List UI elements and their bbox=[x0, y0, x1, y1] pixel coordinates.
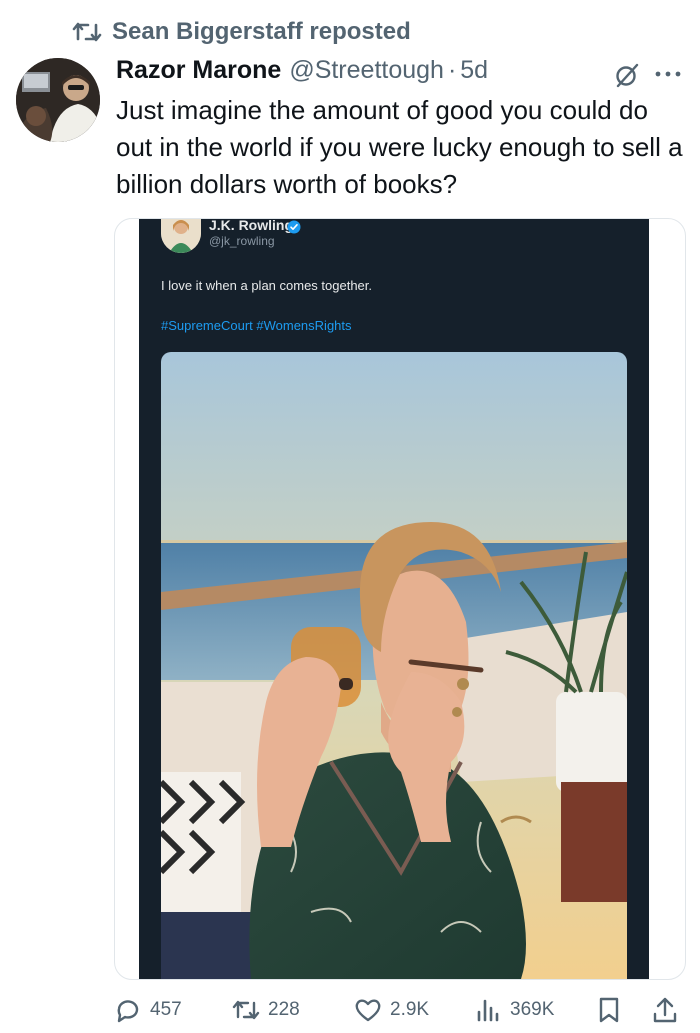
post-header: Razor Marone @Streettough · 5d bbox=[116, 56, 688, 85]
embedded-avatar bbox=[161, 219, 201, 253]
embedded-hashtags: #SupremeCourt #WomensRights bbox=[161, 318, 352, 333]
embedded-author-handle: @jk_rowling bbox=[209, 234, 275, 248]
verified-badge-icon bbox=[287, 220, 301, 234]
post-media[interactable]: J.K. Rowling @jk_rowling I love it when … bbox=[114, 218, 686, 980]
repost-action-icon bbox=[232, 1000, 260, 1020]
repost-indicator[interactable]: Sean Biggerstaff reposted bbox=[72, 18, 411, 46]
author-handle[interactable]: @Streettough bbox=[289, 56, 444, 85]
share-icon[interactable] bbox=[652, 996, 678, 1024]
repost-text: Sean Biggerstaff reposted bbox=[112, 18, 411, 45]
heart-icon bbox=[355, 999, 381, 1022]
action-bar: 457 228 2.9K 369K bbox=[0, 990, 700, 1030]
views-button[interactable]: 369K bbox=[474, 996, 554, 1024]
reply-count: 457 bbox=[150, 999, 182, 1020]
repost-count: 228 bbox=[268, 999, 300, 1020]
author-name[interactable]: Razor Marone bbox=[116, 56, 281, 85]
separator-dot: · bbox=[447, 56, 457, 84]
repost-icon bbox=[72, 22, 102, 42]
avatar-image bbox=[16, 58, 100, 142]
author-avatar[interactable] bbox=[16, 58, 100, 142]
bookmark-icon[interactable] bbox=[596, 996, 622, 1024]
repost-button[interactable]: 228 bbox=[232, 996, 300, 1024]
post-text: Just imagine the amount of good you coul… bbox=[116, 95, 683, 199]
post-time[interactable]: 5d bbox=[460, 56, 488, 85]
grok-icon[interactable] bbox=[614, 62, 640, 88]
like-count: 2.9K bbox=[390, 999, 430, 1020]
more-options-icon[interactable] bbox=[654, 66, 682, 82]
views-count: 369K bbox=[510, 999, 555, 1020]
embedded-text: I love it when a plan comes together. bbox=[161, 278, 373, 293]
reply-icon bbox=[117, 1000, 139, 1023]
views-chart-icon bbox=[477, 999, 499, 1022]
like-button[interactable]: 2.9K bbox=[354, 996, 429, 1024]
embedded-photo bbox=[161, 352, 627, 979]
reply-button[interactable]: 457 bbox=[114, 996, 182, 1024]
embedded-screenshot: J.K. Rowling @jk_rowling I love it when … bbox=[139, 219, 649, 979]
embedded-author-name: J.K. Rowling bbox=[209, 218, 293, 233]
